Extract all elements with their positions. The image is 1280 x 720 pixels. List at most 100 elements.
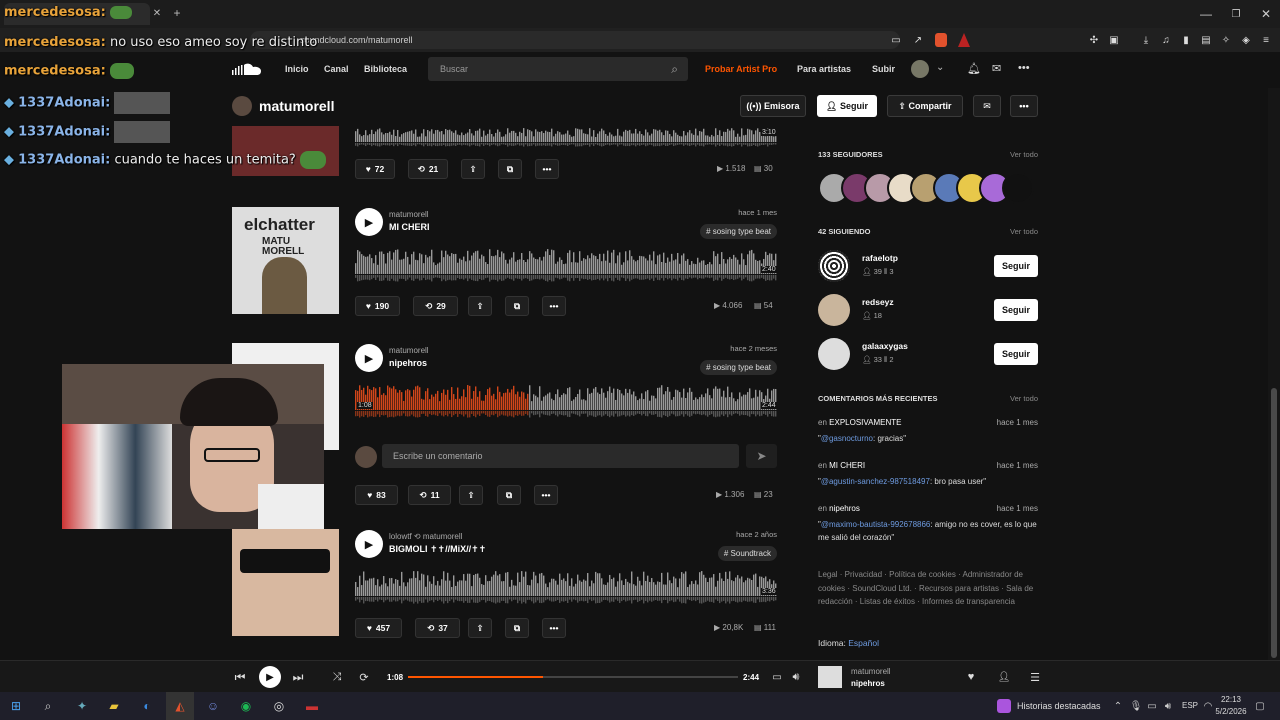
news-icon[interactable]	[997, 699, 1011, 713]
now-playing-cover[interactable]	[818, 666, 842, 688]
extensions-icon[interactable]: ✣	[1086, 32, 1102, 48]
wallet-icon[interactable]: ▤	[1198, 32, 1214, 48]
following-name[interactable]: galaaxygas	[862, 341, 908, 351]
waveform[interactable]	[355, 126, 777, 150]
like-button[interactable]: ♥ 190	[355, 296, 400, 316]
track-user[interactable]: matumorell	[389, 346, 429, 355]
clock-date[interactable]: 5/2/2026	[1206, 707, 1256, 716]
tray-chevron-icon[interactable]: ⌃	[1110, 692, 1126, 720]
volume-icon[interactable]: 🔊︎	[1160, 692, 1176, 720]
comment-input[interactable]: Escribe un comentario	[382, 444, 739, 468]
more-button[interactable]: •••	[542, 618, 566, 638]
play-button[interactable]: ▶	[355, 344, 383, 372]
compartir-button[interactable]: ⇪ Compartir	[887, 95, 963, 117]
seguir-button[interactable]: 👤︎ Seguir	[817, 95, 877, 117]
comment-mention[interactable]: @gasnocturno	[821, 434, 873, 443]
media-icon[interactable]: ♫	[1158, 32, 1174, 48]
nav-biblioteca[interactable]: Biblioteca	[364, 64, 407, 74]
follow-icon[interactable]: 👤︎	[996, 669, 1012, 685]
notification-center-icon[interactable]: ▢	[1250, 692, 1270, 720]
share-button[interactable]: ⇪	[468, 296, 492, 316]
language-link[interactable]: Español	[848, 638, 879, 648]
follow-button[interactable]: Seguir	[994, 343, 1038, 365]
following-avatar[interactable]	[818, 338, 850, 370]
more-button[interactable]: •••	[542, 296, 566, 316]
more-icon[interactable]: •••	[1018, 62, 1030, 74]
now-playing-title[interactable]: nipehros	[851, 679, 885, 688]
play-button[interactable]: ▶	[355, 530, 383, 558]
comment-track-title[interactable]: EXPLOSIVAMENTE	[829, 418, 901, 427]
share-button[interactable]: ⇪	[459, 485, 483, 505]
screen-icon[interactable]: ▭	[888, 32, 904, 48]
download-icon[interactable]: ⤓	[1138, 32, 1154, 48]
address-bar[interactable]: soundcloud.com/matumorell	[250, 31, 900, 49]
clock-time[interactable]: 22:13	[1213, 695, 1249, 704]
brave-shield-icon[interactable]	[935, 33, 947, 47]
track-tag[interactable]: # sosing type beat	[700, 360, 777, 375]
emisora-button[interactable]: ((•)) Emisora	[740, 95, 806, 117]
nav-canal[interactable]: Canal	[324, 64, 349, 74]
track-tag[interactable]: # Soundtrack	[717, 546, 777, 561]
menu-icon[interactable]: ≡	[1258, 32, 1274, 48]
repost-button[interactable]: ⟲ 21	[408, 159, 448, 179]
next-icon[interactable]: ⏭	[290, 669, 306, 685]
minimize-icon[interactable]: —	[1196, 6, 1216, 22]
soundcloud-logo-icon[interactable]	[232, 62, 264, 76]
page-scrollbar[interactable]	[1268, 88, 1280, 660]
nav-artist-pro[interactable]: Probar Artist Pro	[705, 64, 777, 74]
brave-rewards-icon[interactable]	[958, 33, 970, 47]
repost-button[interactable]: ⟲ 37	[415, 618, 460, 638]
followers-ver-todo[interactable]: Ver todo	[1010, 150, 1038, 159]
track-cover[interactable]	[232, 529, 339, 636]
more-button[interactable]: •••	[534, 485, 558, 505]
following-ver-todo[interactable]: Ver todo	[1010, 227, 1038, 236]
previous-icon[interactable]: ⏮	[232, 669, 248, 685]
user-avatar[interactable]	[911, 60, 929, 78]
messages-icon[interactable]: ✉	[992, 62, 1001, 75]
track-cover[interactable]: elchatter MATU MORELL	[232, 207, 339, 314]
more-button[interactable]: •••	[535, 159, 559, 179]
following-avatar[interactable]	[818, 294, 850, 326]
play-pause-button[interactable]: ▶	[259, 666, 281, 688]
share-button[interactable]: ⇪	[468, 618, 492, 638]
nav-inicio[interactable]: Inicio	[285, 64, 309, 74]
close-window-icon[interactable]: ✕	[1256, 6, 1276, 22]
nav-para-artistas[interactable]: Para artistas	[797, 64, 851, 74]
like-button[interactable]: ♥ 83	[355, 485, 398, 505]
network-icon[interactable]: ▭	[1144, 692, 1160, 720]
new-tab-icon[interactable]: +	[170, 6, 184, 20]
waveform[interactable]	[355, 569, 777, 609]
more-button[interactable]: •••	[1010, 95, 1038, 117]
play-button[interactable]: ▶	[355, 208, 383, 236]
now-playing-artist[interactable]: matumorell	[851, 667, 891, 676]
waveform[interactable]	[355, 383, 777, 423]
volume-icon[interactable]: 🔊︎	[788, 669, 804, 685]
maximize-icon[interactable]: ❐	[1226, 6, 1246, 22]
follower-avatar[interactable]	[1002, 172, 1034, 204]
footer-links[interactable]: Legal · Privacidad · Política de cookies…	[818, 568, 1038, 609]
sidebar-icon[interactable]: ▮	[1178, 32, 1194, 48]
chevron-down-icon[interactable]: ⌄	[936, 62, 944, 73]
obs-icon[interactable]: ◎	[265, 692, 293, 720]
language-indicator[interactable]: ESP	[1182, 701, 1198, 710]
discord-icon[interactable]: ☺	[199, 692, 227, 720]
following-heading[interactable]: 42 SIGUIENDO	[818, 227, 871, 236]
nav-subir[interactable]: Subir	[872, 64, 895, 74]
scrollbar-thumb[interactable]	[1271, 388, 1277, 658]
follow-button[interactable]: Seguir	[994, 299, 1038, 321]
send-icon[interactable]: ➤	[746, 444, 777, 468]
like-button[interactable]: ♥ 457	[355, 618, 402, 638]
track-user[interactable]: matumorell	[389, 210, 429, 219]
search-icon[interactable]: ⌕	[671, 62, 678, 77]
track-title[interactable]: nipehros	[389, 358, 427, 368]
vpn-icon[interactable]: ◈	[1238, 32, 1254, 48]
search-icon[interactable]: ⌕	[34, 692, 62, 720]
copy-link-button[interactable]: ⧉	[498, 159, 522, 179]
uploader-name[interactable]: lolowtf	[389, 532, 412, 541]
translate-icon[interactable]: ▣	[1106, 32, 1122, 48]
file-explorer-icon[interactable]: ▰	[100, 692, 128, 720]
profile-avatar[interactable]	[232, 96, 252, 116]
comment-track-title[interactable]: MI CHERI	[829, 461, 865, 470]
spotify-icon[interactable]: ◉	[232, 692, 260, 720]
copy-link-button[interactable]: ⧉	[497, 485, 521, 505]
